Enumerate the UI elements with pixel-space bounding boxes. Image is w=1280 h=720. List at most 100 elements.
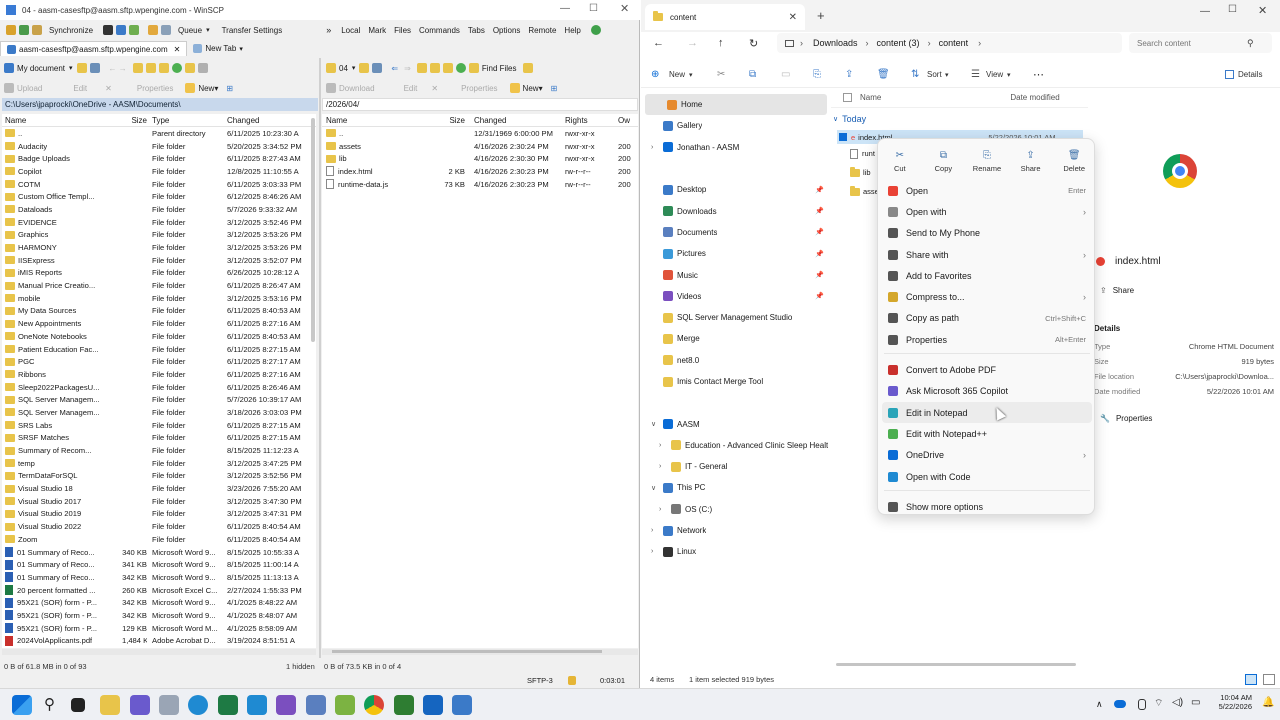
- left-file-row[interactable]: SQL Server Managem... File folder 5/7/2026…: [2, 393, 316, 406]
- notepadpp-icon[interactable]: [335, 695, 355, 715]
- left-file-row[interactable]: SRSF Matches File folder 6/11/2025 8:27:15…: [2, 432, 316, 445]
- find-icon[interactable]: [184, 63, 195, 73]
- open-dir-icon[interactable]: [76, 63, 87, 73]
- remote-filter-icon[interactable]: [372, 63, 383, 73]
- left-file-row[interactable]: Visual Studio 2022 File folder 6/11/2025 8…: [2, 520, 316, 533]
- nav-item[interactable]: Merge: [641, 328, 831, 349]
- left-file-row[interactable]: 01 Summary of Reco... 342 KB Microsoft Wor…: [2, 571, 316, 584]
- open-remote-icon[interactable]: [359, 63, 370, 73]
- new-session-icon[interactable]: [6, 25, 16, 35]
- pin-icon[interactable]: 📌: [815, 250, 824, 258]
- left-file-row[interactable]: Dataloads File folder 5/7/2026 9:33:32 AM: [2, 203, 316, 216]
- left-file-row[interactable]: COTM File folder 6/11/2025 3:03:33 PM: [2, 178, 316, 191]
- right-hscroll[interactable]: [322, 649, 638, 655]
- tiles-view-icon[interactable]: [1263, 673, 1275, 685]
- select-all-checkbox[interactable]: [843, 93, 852, 102]
- winscp-taskbar-icon[interactable]: [452, 695, 472, 715]
- file-explorer-icon[interactable]: [100, 695, 120, 715]
- expand-icon[interactable]: ›: [651, 548, 659, 555]
- rcol-owner[interactable]: Ow: [618, 116, 638, 125]
- menu-item[interactable]: Show more options: [878, 496, 1096, 517]
- left-path[interactable]: C:\Users\jpaprocki\OneDrive - AASM\Docum…: [2, 98, 318, 111]
- right-file-row[interactable]: index.html 2 KB 4/16/2026 2:30:23 PM rw-r--…: [322, 165, 638, 178]
- rcol-changed[interactable]: Changed: [465, 116, 565, 125]
- left-file-row[interactable]: Visual Studio 2019 File folder 3/12/2025 3…: [2, 508, 316, 521]
- left-file-row[interactable]: Sleep2022PackagesU... File folder 6/11/202…: [2, 381, 316, 394]
- left-hscroll[interactable]: [2, 649, 316, 655]
- menu-remote[interactable]: Remote: [524, 26, 560, 35]
- remote-plus-icon[interactable]: ⊞: [551, 84, 558, 93]
- left-file-row[interactable]: Custom Office Templ... File folder 6/12/20…: [2, 190, 316, 203]
- transfer-settings-button[interactable]: Transfer Settings: [218, 26, 287, 35]
- nav-item[interactable]: › OS (C:): [641, 499, 831, 520]
- left-new-button[interactable]: New ▾: [185, 83, 218, 93]
- quick-delete-button[interactable]: 🗑 Delete: [1052, 150, 1096, 173]
- share-icon[interactable]: ⇪: [845, 69, 853, 80]
- right-properties-button[interactable]: Properties: [461, 84, 497, 93]
- pin-icon[interactable]: 📌: [815, 271, 824, 279]
- nav-item[interactable]: Music 📌: [641, 264, 831, 285]
- clock[interactable]: 10:04 AM 5/22/2026: [1212, 693, 1252, 711]
- delete-icon[interactable]: 🗑: [877, 69, 890, 80]
- left-file-row[interactable]: 20 percent formatted ... 260 KB Microsoft …: [2, 584, 316, 597]
- left-file-row[interactable]: 2024VolApplicants.pdf 1,484 KB Adobe Acrob…: [2, 635, 316, 648]
- nav-item[interactable]: Documents 📌: [641, 222, 831, 243]
- edge-icon[interactable]: [188, 695, 208, 715]
- quick-copy-button[interactable]: ⧉ Copy: [922, 150, 966, 173]
- expand-icon[interactable]: ›: [651, 527, 659, 534]
- left-file-row[interactable]: mobile File folder 3/12/2025 3:53:16 PM: [2, 292, 316, 305]
- menu-item[interactable]: Properties Alt+Enter: [878, 329, 1096, 350]
- nav-item[interactable]: › Jonathan - AASM: [641, 137, 831, 158]
- left-file-row[interactable]: Copilot File folder 12/8/2025 11:10:55 A: [2, 165, 316, 178]
- right-file-row[interactable]: lib 4/16/2026 2:30:30 PM rwxr-xr-x 200: [322, 152, 638, 165]
- quick-rename-button[interactable]: ⎘ Rename: [965, 150, 1009, 173]
- right-file-row[interactable]: .. 12/31/1969 6:00:00 PM rwxr-xr-x: [322, 127, 638, 140]
- menu-item[interactable]: Send to My Phone: [878, 223, 1096, 244]
- synchronize-button[interactable]: Synchronize: [45, 26, 97, 35]
- app-icon-3[interactable]: [394, 695, 414, 715]
- left-file-row[interactable]: .. Parent directory 6/11/2025 10:23:30 A: [2, 127, 316, 140]
- menu-files[interactable]: Files: [390, 26, 415, 35]
- chevron-more-icon[interactable]: »: [326, 25, 331, 35]
- forward-arrow-icon[interactable]: →: [687, 37, 698, 49]
- menu-tabs[interactable]: Tabs: [464, 26, 489, 35]
- left-file-row[interactable]: 95X21 (SOR) form - P... 342 KB Microsoft W…: [2, 609, 316, 622]
- col-type[interactable]: Type: [147, 116, 227, 125]
- view-button[interactable]: View: [986, 70, 1003, 79]
- new-tab-plus-icon[interactable]: +: [817, 8, 825, 23]
- left-scrollbar[interactable]: [311, 118, 315, 342]
- collapse-icon[interactable]: ∨: [651, 484, 659, 492]
- left-file-row[interactable]: SQL Server Managem... File folder 3/18/202…: [2, 406, 316, 419]
- tab-close-icon[interactable]: ✕: [789, 12, 797, 23]
- filter-icon[interactable]: [89, 63, 100, 73]
- sync-browse-icon[interactable]: [19, 25, 29, 35]
- left-file-row[interactable]: temp File folder 3/12/2025 3:47:25 PM: [2, 457, 316, 470]
- left-file-row[interactable]: SRS Labs File folder 6/11/2025 8:27:15 AM: [2, 419, 316, 432]
- right-new-button[interactable]: New ▾: [509, 83, 543, 93]
- menu-commands[interactable]: Commands: [415, 26, 464, 35]
- left-file-row[interactable]: EVIDENCE File folder 3/12/2025 3:52:46 PM: [2, 216, 316, 229]
- details-view-icon[interactable]: [1245, 673, 1257, 685]
- col-changed[interactable]: Changed: [227, 116, 312, 125]
- menu-item[interactable]: Copy as path Ctrl+Shift+C: [878, 308, 1096, 329]
- explorer-maximize-button[interactable]: ☐: [1228, 4, 1237, 15]
- row-checkbox[interactable]: [839, 133, 847, 141]
- left-file-row[interactable]: iMIS Reports File folder 6/26/2025 10:28:1…: [2, 267, 316, 280]
- nav-item[interactable]: Desktop 📌: [641, 179, 831, 200]
- plus-icon[interactable]: ⊞: [226, 84, 233, 93]
- left-file-row[interactable]: 01 Summary of Reco... 341 KB Microsoft Wor…: [2, 558, 316, 571]
- new-button[interactable]: New: [669, 70, 685, 79]
- microphone-icon[interactable]: [1138, 699, 1146, 710]
- preview-share-button[interactable]: ⇪ Share: [1100, 286, 1134, 295]
- properties-link[interactable]: 🔧 Properties: [1100, 414, 1152, 423]
- maximize-button[interactable]: ☐: [589, 3, 598, 14]
- pin-icon[interactable]: 📌: [815, 228, 824, 236]
- remote-delete-icon[interactable]: ✕: [431, 84, 438, 93]
- col-size[interactable]: Size: [122, 116, 147, 125]
- up-arrow-icon[interactable]: ↑: [718, 37, 724, 49]
- left-file-row[interactable]: Graphics File folder 3/12/2025 3:53:26 PM: [2, 229, 316, 242]
- left-file-row[interactable]: Visual Studio 18 File folder 3/23/2026 7:5…: [2, 482, 316, 495]
- nav-item[interactable]: SQL Server Management Studio: [641, 307, 831, 328]
- remote-refresh-icon[interactable]: [455, 63, 466, 73]
- nav-item[interactable]: › Linux: [641, 541, 831, 562]
